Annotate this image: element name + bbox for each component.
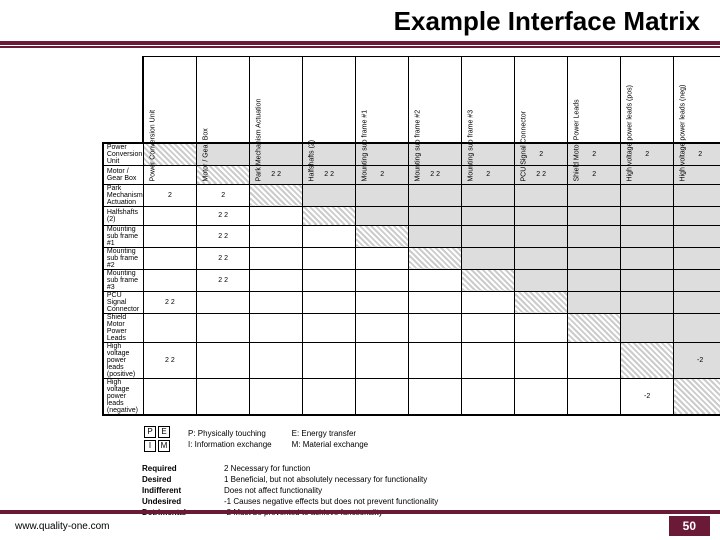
col-head-8: Shield Motor Power Leads bbox=[568, 57, 621, 143]
row-label-1: Motor / Gear Box bbox=[103, 165, 143, 184]
row-label-4: Mounting sub frame #1 bbox=[103, 225, 143, 247]
def-indifferent-label: Indifferent bbox=[142, 486, 222, 495]
col-head-7: PCU Signal Connector bbox=[515, 57, 568, 143]
row-8: Shield Motor Power Leads bbox=[103, 313, 720, 342]
footer: www.quality-one.com 50 bbox=[0, 510, 720, 540]
def-required-label: Required bbox=[142, 464, 222, 473]
row-label-8: Shield Motor Power Leads bbox=[103, 313, 143, 342]
row-10: High voltage power leads (negative) -2 bbox=[103, 378, 720, 415]
row-label-0: Power Conversion Unit bbox=[103, 143, 143, 166]
interface-matrix: Power Conversion Unit Motor / Gear Box P… bbox=[102, 56, 720, 416]
col-head-6: Mounting sub frame #3 bbox=[462, 57, 515, 143]
def-undesired: -1 Causes negative effects but does not … bbox=[224, 497, 448, 506]
row-2: Park Mechanism Actuation 22 bbox=[103, 184, 720, 206]
def-undesired-label: Undesired bbox=[142, 497, 222, 506]
legend-square: PE IM bbox=[142, 424, 172, 454]
row-7: PCU Signal Connector 2 2 bbox=[103, 291, 720, 313]
row-4: Mounting sub frame #1 2 2 bbox=[103, 225, 720, 247]
page-title: Example Interface Matrix bbox=[0, 6, 700, 37]
legend-e: E: Energy transfer bbox=[274, 429, 368, 438]
col-head-0: Power Conversion Unit bbox=[143, 57, 197, 143]
corner-blank bbox=[103, 57, 143, 143]
col-head-9: High voltage power leads (pos) bbox=[621, 57, 674, 143]
row-5: Mounting sub frame #2 2 2 bbox=[103, 247, 720, 269]
rule-thick bbox=[0, 41, 720, 45]
legend-i: I: Information exchange bbox=[188, 440, 272, 449]
def-desired-label: Desired bbox=[142, 475, 222, 484]
legend-p: P: Physically touching bbox=[188, 429, 272, 438]
col-head-4: Mounting sub frame #1 bbox=[356, 57, 409, 143]
row-label-7: PCU Signal Connector bbox=[103, 291, 143, 313]
matrix-container: Power Conversion Unit Motor / Gear Box P… bbox=[0, 56, 720, 416]
page-number: 50 bbox=[669, 516, 710, 536]
row-3: Halfshafts (2) 2 2 bbox=[103, 206, 720, 225]
row-label-6: Mounting sub frame #3 bbox=[103, 269, 143, 291]
row-9: High voltage power leads (positive) 2 2 … bbox=[103, 342, 720, 378]
row-label-5: Mounting sub frame #2 bbox=[103, 247, 143, 269]
col-head-5: Mounting sub frame #2 bbox=[409, 57, 462, 143]
legend-m: M: Material exchange bbox=[274, 440, 368, 449]
row-label-3: Halfshafts (2) bbox=[103, 206, 143, 225]
def-desired: 1 Beneficial, but not absolutely necessa… bbox=[224, 475, 448, 484]
footer-url: www.quality-one.com bbox=[0, 521, 109, 532]
def-required: 2 Necessary for function bbox=[224, 464, 448, 473]
legend: PE IM P: Physically touchingE: Energy tr… bbox=[140, 422, 720, 456]
col-head-1: Motor / Gear Box bbox=[197, 57, 250, 143]
def-indifferent: Does not affect functionality bbox=[224, 486, 448, 495]
row-6: Mounting sub frame #3 2 2 bbox=[103, 269, 720, 291]
col-head-2: Park Mechanism Actuation bbox=[250, 57, 303, 143]
row-label-9: High voltage power leads (positive) bbox=[103, 342, 143, 378]
col-head-10: High voltage power leads (neg) bbox=[674, 57, 720, 143]
row-label-2: Park Mechanism Actuation bbox=[103, 184, 143, 206]
row-label-10: High voltage power leads (negative) bbox=[103, 378, 143, 415]
rule-thin bbox=[0, 46, 720, 48]
title-bar: Example Interface Matrix bbox=[0, 0, 720, 37]
col-head-3: Halfshafts (2) bbox=[303, 57, 356, 143]
